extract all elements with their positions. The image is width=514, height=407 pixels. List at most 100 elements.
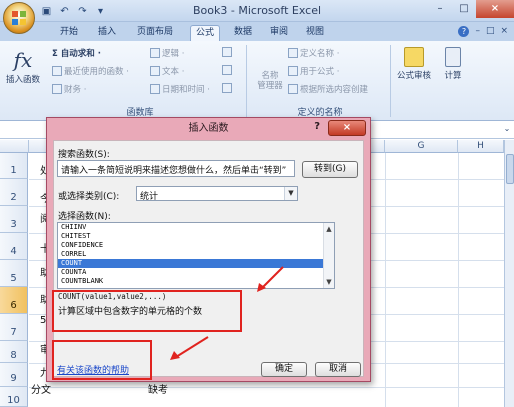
- create-from-selection-button[interactable]: 根据所选内容创建: [288, 83, 368, 95]
- logical-label: 逻辑 ·: [162, 49, 185, 59]
- workbook-minimize-button[interactable]: –: [475, 26, 480, 37]
- text-functions-label: 文本 ·: [162, 67, 185, 77]
- title-bar: ▣ ↶ ↷ ▾ Book3 - Microsoft Excel – □ ×: [0, 0, 514, 34]
- chevron-down-icon[interactable]: ▼: [284, 187, 297, 200]
- insert-function-label: 插入函数: [6, 75, 41, 85]
- autosum-button[interactable]: Σ 自动求和 ·: [52, 47, 101, 59]
- calendar-icon: [150, 84, 160, 94]
- row-header-6[interactable]: 6: [0, 287, 28, 314]
- function-list-item[interactable]: CORREL: [58, 250, 334, 259]
- select-all-corner[interactable]: [0, 140, 29, 153]
- row-header-4[interactable]: 4: [0, 233, 28, 260]
- function-list-item[interactable]: COUNTBLANK: [58, 277, 334, 286]
- scrollbar-thumb[interactable]: [506, 154, 514, 184]
- math-button[interactable]: [222, 65, 232, 75]
- restore-button[interactable]: □: [452, 0, 476, 18]
- function-list-item[interactable]: COUNTA: [58, 268, 334, 277]
- row-header-5[interactable]: 5: [0, 260, 28, 287]
- fx-icon: fx: [13, 48, 33, 72]
- formula-auditing-label: 公式审核: [396, 71, 431, 81]
- expand-formula-bar-icon[interactable]: ⌄: [502, 124, 512, 136]
- search-function-input[interactable]: 请输入一条简短说明来描述您想做什么，然后单击“转到”: [57, 160, 295, 177]
- tab-view[interactable]: 视图: [301, 25, 329, 41]
- office-logo-icon: [12, 11, 26, 25]
- function-listbox[interactable]: CHIINV CHITEST CONFIDENCE CORREL COUNT C…: [57, 222, 335, 289]
- tab-data[interactable]: 数据: [229, 25, 257, 41]
- search-function-label: 搜索函数(S):: [58, 150, 110, 160]
- row-header-10[interactable]: 10: [0, 387, 28, 407]
- financial-icon: [52, 84, 62, 94]
- office-button[interactable]: [3, 2, 35, 34]
- ribbon-tabs: 开始 插入 页面布局 公式 数据 审阅 视图 ? – □ ×: [0, 22, 514, 41]
- tab-formulas[interactable]: 公式: [190, 25, 221, 41]
- column-header-g[interactable]: G: [385, 140, 458, 153]
- text-icon: [150, 66, 160, 76]
- row-header-1[interactable]: 1: [0, 153, 28, 179]
- insert-function-button[interactable]: fx 插入函数: [6, 49, 40, 85]
- category-label: 或选择类别(C):: [58, 192, 120, 202]
- annotation-box-help-link: [52, 340, 152, 380]
- workbook-restore-button[interactable]: □: [486, 26, 495, 37]
- ribbon-separator: [246, 45, 247, 117]
- category-value: 统计: [140, 192, 159, 202]
- calculation-label: 计算: [444, 71, 462, 81]
- dialog-help-button[interactable]: ?: [314, 121, 320, 132]
- tab-review[interactable]: 审阅: [265, 25, 293, 41]
- autosum-label: Σ 自动求和 ·: [52, 49, 101, 59]
- go-button[interactable]: 转到(G): [302, 161, 358, 178]
- annotation-arrow-icon: [170, 336, 209, 360]
- recent-functions-label: 最近使用的函数 ·: [64, 67, 129, 77]
- define-name-icon: [288, 48, 298, 58]
- logical-button[interactable]: 逻辑 ·: [150, 47, 184, 59]
- use-in-formula-button[interactable]: 用于公式 ·: [288, 65, 339, 77]
- cell-c10[interactable]: 缺考: [148, 381, 168, 396]
- ok-button[interactable]: 确定: [261, 362, 307, 377]
- row-header-7[interactable]: 7: [0, 314, 28, 341]
- select-function-label: 选择函数(N):: [58, 212, 111, 222]
- create-from-selection-label: 根据所选内容创建: [300, 85, 369, 95]
- calculation-button[interactable]: 计算: [438, 47, 468, 81]
- datetime-button[interactable]: 日期和时间 ·: [150, 83, 210, 95]
- ribbon-formulas: fx 插入函数 Σ 自动求和 · 最近使用的函数 · 财务 · 逻辑 · 文本 …: [0, 41, 514, 121]
- lookup-button[interactable]: [222, 47, 232, 57]
- logical-icon: [150, 48, 160, 58]
- scroll-up-icon[interactable]: ▲: [324, 225, 334, 233]
- annotation-arrow-icon: [257, 266, 284, 292]
- function-list-item[interactable]: CHIINV: [58, 223, 334, 232]
- row-header-8[interactable]: 8: [0, 341, 28, 363]
- annotation-box-description: [52, 290, 242, 332]
- row-header-2[interactable]: 2: [0, 179, 28, 206]
- tab-page-layout[interactable]: 页面布局: [132, 25, 178, 41]
- function-list-item[interactable]: CONFIDENCE: [58, 241, 334, 250]
- financial-label: 财务 ·: [64, 85, 87, 95]
- tab-home[interactable]: 开始: [55, 25, 83, 41]
- cell-a10[interactable]: 分文: [31, 381, 51, 396]
- recent-functions-button[interactable]: 最近使用的函数 ·: [52, 65, 129, 77]
- tab-insert[interactable]: 插入: [93, 25, 121, 41]
- scroll-down-icon[interactable]: ▼: [324, 278, 334, 286]
- vertical-scrollbar[interactable]: [504, 140, 514, 407]
- close-window-button[interactable]: ×: [476, 0, 514, 18]
- cancel-button[interactable]: 取消: [315, 362, 361, 377]
- row-header-3[interactable]: 3: [0, 206, 28, 233]
- minimize-button[interactable]: –: [428, 0, 452, 18]
- help-icon[interactable]: ?: [458, 26, 470, 37]
- function-list-item-selected[interactable]: COUNT: [58, 259, 334, 268]
- more-functions-button[interactable]: [222, 83, 232, 93]
- more-functions-icon: [222, 83, 232, 93]
- dialog-close-button[interactable]: ×: [328, 120, 366, 136]
- listbox-scrollbar[interactable]: ▲ ▼: [323, 223, 334, 288]
- category-select[interactable]: 统计 ▼: [136, 186, 298, 202]
- define-name-button[interactable]: 定义名称 ·: [288, 47, 339, 59]
- function-list-item[interactable]: CHITEST: [58, 232, 334, 241]
- column-header-h[interactable]: H: [458, 140, 504, 153]
- financial-button[interactable]: 财务 ·: [52, 83, 86, 95]
- formula-auditing-button[interactable]: 公式审核: [394, 47, 434, 81]
- workbook-close-button[interactable]: ×: [500, 26, 508, 37]
- text-functions-button[interactable]: 文本 ·: [150, 65, 184, 77]
- use-in-formula-label: 用于公式 ·: [300, 67, 340, 77]
- name-manager-button[interactable]: 名称 管理器: [254, 71, 286, 91]
- lookup-icon: [222, 47, 232, 57]
- window-controls: – □ ×: [428, 0, 514, 18]
- row-header-9[interactable]: 9: [0, 363, 28, 387]
